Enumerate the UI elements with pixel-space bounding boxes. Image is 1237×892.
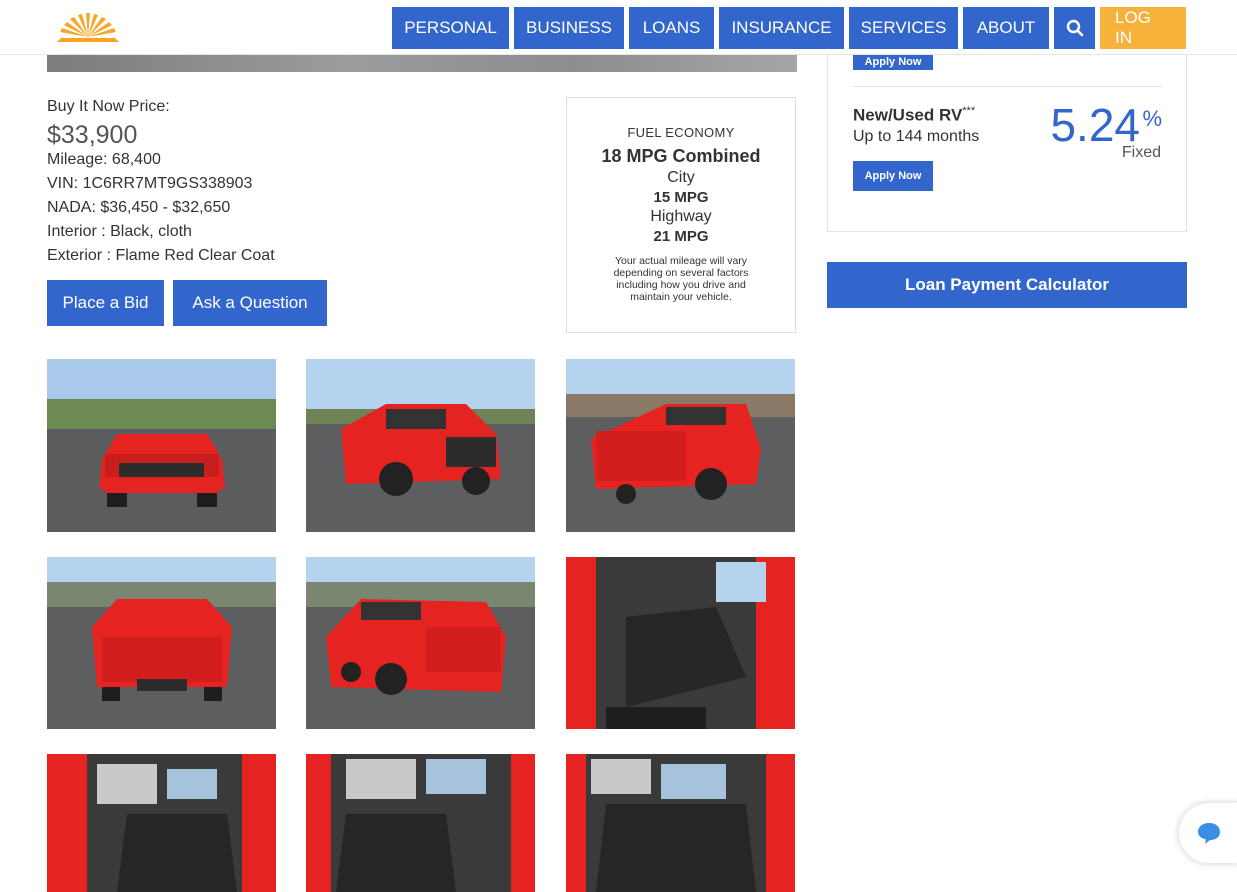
fuel-title: FUEL ECONOMY — [627, 125, 735, 140]
rate-name: New/Used RV*** — [853, 105, 975, 126]
nav-about[interactable]: ABOUT — [963, 7, 1049, 49]
vin: VIN: 1C6RR7MT9GS338903 — [47, 175, 253, 192]
chat-icon — [1198, 823, 1220, 844]
fuel-highway-value: 21 MPG — [653, 228, 709, 245]
gallery-photo-9[interactable] — [566, 754, 795, 892]
rate-footnote-mark: *** — [962, 105, 976, 117]
gallery-photo-5[interactable] — [306, 557, 535, 729]
place-bid-button[interactable]: Place a Bid — [47, 280, 164, 326]
main-nav: PERSONAL BUSINESS LOANS INSURANCE SERVIC… — [392, 7, 1186, 49]
divider — [853, 86, 1162, 87]
mileage: Mileage: 68,400 — [47, 151, 161, 168]
gallery-photo-4[interactable] — [47, 557, 276, 729]
gallery-photo-2[interactable] — [306, 359, 535, 532]
site-header: PERSONAL BUSINESS LOANS INSURANCE SERVIC… — [0, 0, 1237, 55]
exterior: Exterior : Flame Red Clear Coat — [47, 247, 275, 264]
gallery-photo-7[interactable] — [47, 754, 276, 892]
fuel-economy-box: FUEL ECONOMY 18 MPG Combined City 15 MPG… — [566, 97, 796, 333]
fuel-city-value: 15 MPG — [653, 189, 709, 206]
rate-type: Fixed — [1121, 144, 1161, 161]
nav-services[interactable]: SERVICES — [849, 7, 958, 49]
rate-term: Up to 144 months — [853, 128, 980, 145]
gallery-photo-3[interactable] — [566, 359, 795, 532]
main-photo[interactable] — [47, 54, 797, 72]
ask-question-button[interactable]: Ask a Question — [173, 280, 327, 326]
interior: Interior : Black, cloth — [47, 223, 192, 240]
apply-now-button-top[interactable]: Apply Now — [853, 54, 933, 70]
loan-calculator-button[interactable]: Loan Payment Calculator — [827, 262, 1187, 308]
price-label: Buy It Now Price: — [47, 98, 170, 115]
nav-personal[interactable]: PERSONAL — [392, 7, 509, 49]
fuel-highway-label: Highway — [650, 208, 712, 225]
search-icon — [1066, 19, 1083, 37]
fuel-city-label: City — [667, 169, 695, 186]
rate-percent-sign: % — [1142, 106, 1162, 131]
gallery-photo-6[interactable] — [566, 557, 795, 729]
login-button[interactable]: LOG IN — [1100, 7, 1186, 49]
nav-business[interactable]: BUSINESS — [514, 7, 624, 49]
search-button[interactable] — [1054, 7, 1095, 49]
rate-name-text: New/Used RV — [853, 105, 963, 125]
chat-button[interactable] — [1179, 803, 1237, 863]
nada-value: NADA: $36,450 - $32,650 — [47, 199, 231, 216]
logo-icon[interactable] — [55, 10, 121, 44]
apply-now-button[interactable]: Apply Now — [853, 161, 933, 191]
fuel-note: Your actual mileage will vary depending … — [613, 255, 749, 303]
price-value: $33,900 — [47, 121, 138, 149]
fuel-combined: 18 MPG Combined — [601, 146, 761, 166]
gallery-photo-8[interactable] — [306, 754, 535, 892]
nav-insurance[interactable]: INSURANCE — [719, 7, 844, 49]
gallery-photo-1[interactable] — [47, 359, 276, 532]
rate-box: Apply Now New/Used RV*** Up to 144 month… — [827, 54, 1187, 232]
nav-loans[interactable]: LOANS — [629, 7, 714, 49]
